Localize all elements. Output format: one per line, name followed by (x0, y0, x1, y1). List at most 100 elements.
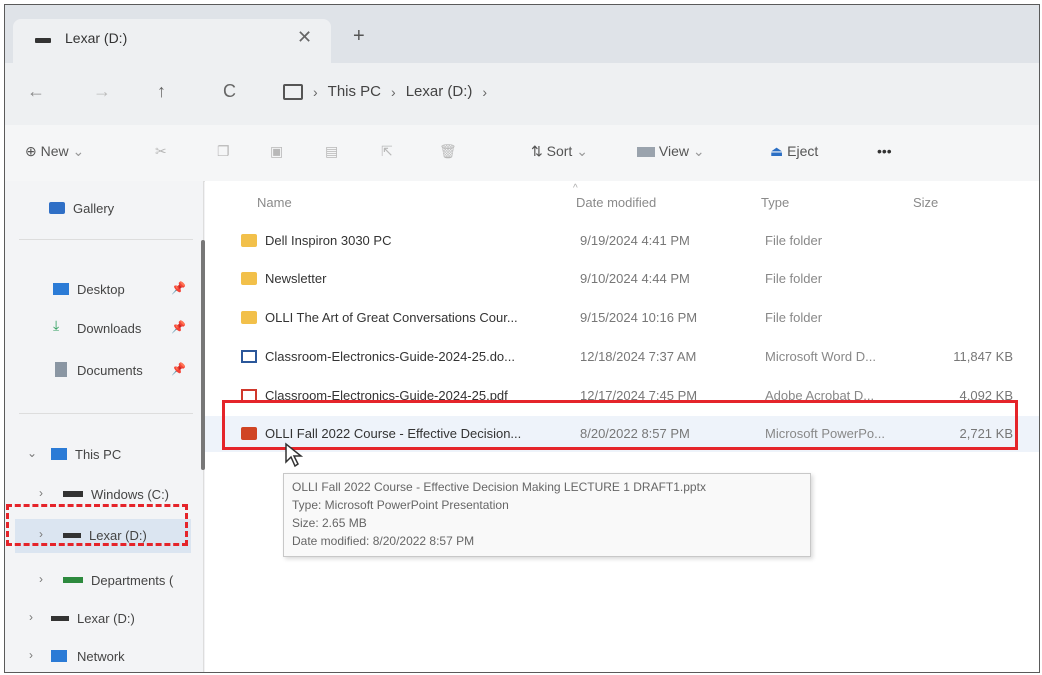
column-header-name[interactable]: Name (257, 195, 292, 210)
folder-icon (241, 272, 257, 285)
file-row[interactable]: Dell Inspiron 3030 PC 9/19/2024 4:41 PM … (205, 223, 1039, 259)
breadcrumb-separator: › (482, 83, 488, 100)
new-tab-button[interactable]: + (353, 25, 365, 48)
up-arrow-icon[interactable]: ↑ (157, 81, 166, 102)
highlight-selected-file (222, 400, 1018, 450)
network-drive-icon (63, 577, 83, 583)
nav-label: Windows (C:) (91, 487, 170, 502)
folder-icon (241, 234, 257, 247)
view-icon (637, 147, 655, 158)
file-date: 9/19/2024 4:41 PM (580, 233, 690, 248)
file-row[interactable]: Newsletter 9/10/2024 4:44 PM File folder (205, 261, 1039, 297)
nav-label: Desktop (77, 282, 125, 297)
nav-label: Lexar (D:) (77, 611, 135, 626)
breadcrumb-this-pc[interactable]: This PC (328, 83, 381, 100)
gallery-icon (49, 202, 65, 214)
column-header-type[interactable]: Type (761, 195, 789, 210)
breadcrumb-separator: › (313, 83, 318, 100)
chevron-right-icon[interactable]: › (39, 572, 43, 586)
file-type: File folder (765, 271, 823, 286)
nav-label: Network (77, 649, 125, 664)
close-tab-icon[interactable]: ✕ (297, 27, 312, 48)
nav-item-lexar-d-2[interactable]: › Lexar (D:) (5, 605, 203, 633)
sort-button[interactable]: ⇅ Sort ⌄ (531, 143, 588, 160)
chevron-right-icon[interactable]: › (39, 486, 43, 500)
file-name: Dell Inspiron 3030 PC (265, 233, 392, 248)
nav-item-gallery[interactable]: Gallery (5, 195, 203, 223)
file-date: 12/18/2024 7:37 AM (580, 349, 697, 364)
nav-label: Downloads (77, 321, 142, 336)
file-size: 11,847 KB (953, 349, 1013, 364)
new-button[interactable]: ⊕ New ⌄ (25, 143, 84, 160)
column-header-date[interactable]: Date modified (576, 195, 656, 210)
file-tooltip: OLLI Fall 2022 Course - Effective Decisi… (283, 473, 811, 557)
nav-item-departments[interactable]: › Departments ( (5, 567, 203, 595)
nav-item-documents[interactable]: Documents 📌 (5, 357, 203, 385)
sort-icon: ⇅ (531, 143, 543, 159)
eject-icon: ⏏ (770, 143, 784, 159)
refresh-icon[interactable]: C (223, 81, 236, 102)
drive-icon (63, 491, 83, 497)
word-icon (241, 350, 257, 363)
highlight-lexar-drive (6, 504, 188, 546)
file-date: 9/15/2024 10:16 PM (580, 310, 698, 325)
tooltip-size: Size: 2.65 MB (292, 516, 367, 530)
download-icon: ⤓ (53, 317, 60, 333)
nav-label: Documents (77, 363, 143, 378)
breadcrumb-separator: › (391, 83, 396, 100)
nav-item-network[interactable]: › Network (5, 643, 203, 671)
more-options-icon[interactable]: ••• (877, 143, 892, 159)
delete-icon: 🗑 (439, 143, 457, 159)
view-button[interactable]: View ⌄ (637, 143, 705, 160)
folder-icon (241, 311, 257, 324)
tooltip-filename: OLLI Fall 2022 Course - Effective Decisi… (292, 480, 706, 494)
this-pc-icon (51, 448, 67, 460)
breadcrumb[interactable]: › This PC › Lexar (D:) › (283, 83, 487, 100)
nav-label: Departments ( (91, 573, 174, 588)
nav-item-downloads[interactable]: ⤓ Downloads 📌 (5, 315, 203, 343)
chevron-right-icon[interactable]: › (29, 648, 33, 662)
forward-arrow-icon[interactable]: → (93, 81, 111, 102)
eject-button[interactable]: ⏏ Eject (770, 143, 818, 160)
address-bar-row: ← → ↑ C › This PC › Lexar (D:) › (5, 63, 1039, 125)
tooltip-date: Date modified: 8/20/2022 8:57 PM (292, 534, 475, 548)
column-header-size[interactable]: Size (913, 195, 938, 210)
drive-icon (35, 38, 51, 43)
share-icon: ⇱ (381, 143, 393, 159)
file-date: 9/10/2024 4:44 PM (580, 271, 690, 286)
paste-icon: ▣ (270, 143, 284, 159)
new-label: New (40, 143, 69, 159)
pin-icon: 📌 (171, 320, 186, 334)
drive-icon (51, 616, 69, 621)
copy-icon: ❐ (217, 143, 230, 159)
file-row[interactable]: OLLI The Art of Great Conversations Cour… (205, 300, 1039, 336)
network-icon (51, 650, 67, 662)
rename-icon: ▤ (325, 143, 339, 159)
tab-title: Lexar (D:) (65, 30, 128, 46)
nav-item-desktop[interactable]: Desktop 📌 (5, 276, 203, 304)
file-name: OLLI The Art of Great Conversations Cour… (265, 310, 518, 325)
file-name: Classroom-Electronics-Guide-2024-25.do..… (265, 349, 515, 364)
chevron-right-icon[interactable]: › (29, 610, 33, 624)
chevron-down-icon[interactable]: ⌄ (27, 446, 37, 460)
cut-icon: ✂ (155, 143, 167, 159)
file-type: File folder (765, 233, 823, 248)
file-explorer-window: Lexar (D:) ✕ + ← → ↑ C › This PC › Lexar… (4, 4, 1040, 673)
pin-icon: 📌 (171, 281, 186, 295)
sort-label: Sort (546, 143, 573, 159)
file-type: Microsoft Word D... (765, 349, 877, 364)
nav-label: This PC (75, 447, 122, 462)
nav-divider (19, 239, 193, 240)
nav-item-this-pc[interactable]: ⌄ This PC (5, 441, 203, 469)
desktop-icon (53, 283, 69, 295)
tab-bar: Lexar (D:) ✕ + (5, 5, 1039, 63)
back-arrow-icon[interactable]: ← (27, 81, 45, 102)
view-label: View (658, 143, 689, 159)
breadcrumb-lexar[interactable]: Lexar (D:) (406, 83, 473, 100)
navigation-pane: Gallery Desktop 📌 ⤓ Downloads 📌 Document… (5, 181, 204, 672)
plus-circle-icon: ⊕ (25, 143, 37, 159)
sort-caret-icon: ^ (573, 183, 578, 194)
tab-lexar[interactable]: Lexar (D:) ✕ (13, 19, 331, 63)
file-name: Newsletter (265, 271, 327, 286)
file-row[interactable]: Classroom-Electronics-Guide-2024-25.do..… (205, 339, 1039, 375)
